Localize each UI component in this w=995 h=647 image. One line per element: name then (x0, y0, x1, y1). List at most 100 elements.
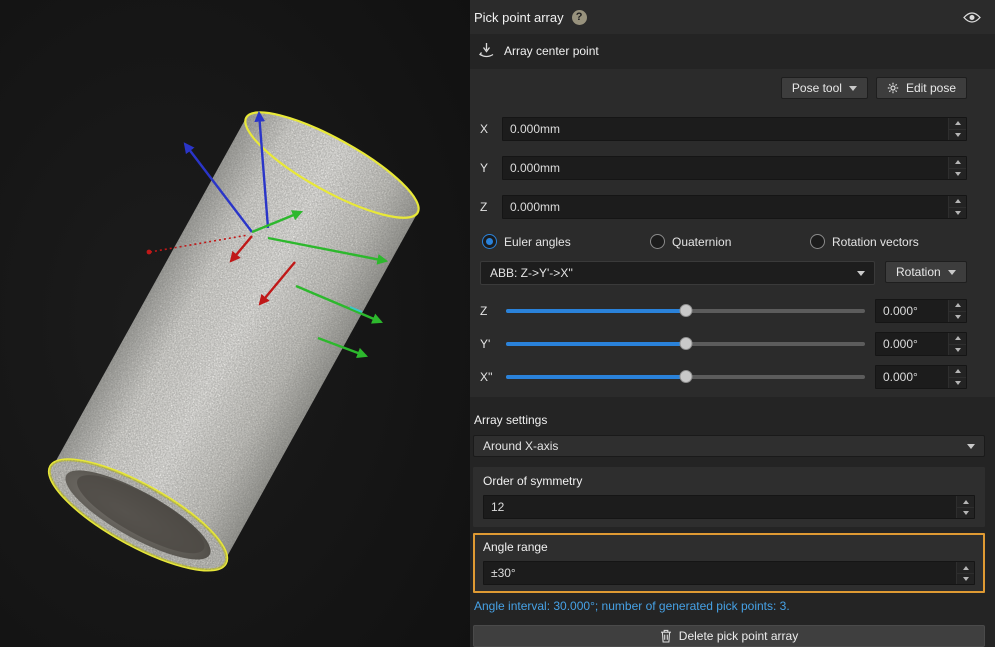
chevron-down-icon (849, 86, 857, 91)
chevron-down-icon (948, 270, 956, 275)
coordinate-row: X 0.000mm (480, 117, 967, 141)
euler-convention-select[interactable]: ABB: Z->Y'->X'' (480, 261, 875, 285)
slider-row: Z 0.000° (480, 299, 967, 323)
y-prime-rotation-label: Y' (480, 337, 506, 351)
z-rotation-label: Z (480, 304, 506, 318)
slider-handle[interactable] (679, 370, 692, 383)
x-double-prime-rotation-value: 0.000° (876, 366, 948, 388)
coordinate-row: Y 0.000mm (480, 156, 967, 180)
order-of-symmetry-group: Order of symmetry 12 (473, 467, 985, 527)
slider-fill (506, 309, 686, 313)
chevron-down-icon (967, 444, 975, 449)
x-coordinate-input[interactable]: 0.000mm (502, 117, 967, 141)
trash-icon (660, 629, 672, 643)
panel-header: Pick point array ? (470, 0, 995, 34)
help-icon[interactable]: ? (572, 10, 587, 25)
radio-unselected-icon (650, 234, 665, 249)
spin-down-button[interactable] (949, 168, 966, 180)
rotation-button[interactable]: Rotation (885, 261, 967, 283)
y-coordinate-value: 0.000mm (503, 157, 948, 179)
y-coordinate-label: Y (480, 161, 502, 175)
x-double-prime-rotation-input[interactable]: 0.000° (875, 365, 967, 389)
pose-tool-button[interactable]: Pose tool (781, 77, 868, 99)
app-window: Pick point array ? Array center point (0, 0, 995, 647)
z-rotation-slider[interactable] (506, 300, 865, 322)
slider-row: Y' 0.000° (480, 332, 967, 356)
edit-pose-button[interactable]: Edit pose (876, 77, 967, 99)
delete-pick-point-array-button[interactable]: Delete pick point array (473, 625, 985, 647)
3d-viewport[interactable] (0, 0, 470, 647)
pose-section: Pose tool Edit pose X 0.0 (470, 69, 995, 397)
spin-down-button[interactable] (949, 129, 966, 141)
y-prime-rotation-input[interactable]: 0.000° (875, 332, 967, 356)
x-coordinate-label: X (480, 122, 502, 136)
quaternion-label: Quaternion (672, 235, 731, 249)
y-coordinate-input[interactable]: 0.000mm (502, 156, 967, 180)
y-prime-rotation-spinner (948, 333, 966, 355)
spin-down-button[interactable] (957, 573, 974, 585)
spin-up-button[interactable] (949, 300, 966, 311)
z-rotation-input[interactable]: 0.000° (875, 299, 967, 323)
slider-fill (506, 342, 686, 346)
eye-icon (963, 11, 981, 24)
angle-range-label: Angle range (483, 540, 975, 554)
visibility-toggle-button[interactable] (961, 9, 983, 26)
spin-up-button[interactable] (949, 366, 966, 377)
array-center-point-icon (478, 42, 495, 59)
order-of-symmetry-input[interactable]: 12 (483, 495, 975, 519)
array-settings-title: Array settings (474, 413, 995, 427)
angle-interval-info: Angle interval: 30.000°; number of gener… (474, 599, 995, 613)
x-double-prime-rotation-label: X'' (480, 370, 506, 384)
z-coordinate-label: Z (480, 200, 502, 214)
spin-down-button[interactable] (949, 207, 966, 219)
array-axis-value: Around X-axis (483, 439, 558, 453)
z-spinner (948, 196, 966, 218)
slider-row: X'' 0.000° (480, 365, 967, 389)
array-center-point-label: Array center point (504, 44, 599, 58)
order-of-symmetry-label: Order of symmetry (483, 474, 975, 488)
spin-up-button[interactable] (949, 157, 966, 168)
edit-pose-label: Edit pose (906, 81, 956, 95)
slider-handle[interactable] (679, 304, 692, 317)
spin-up-button[interactable] (957, 496, 974, 507)
x-spinner (948, 118, 966, 140)
delete-button-label: Delete pick point array (679, 629, 798, 643)
z-coordinate-input[interactable]: 0.000mm (502, 195, 967, 219)
x-double-prime-rotation-slider[interactable] (506, 366, 865, 388)
rotation-mode-radios: Euler angles Quaternion Rotation vectors (482, 234, 967, 249)
spin-down-button[interactable] (957, 507, 974, 519)
angle-range-input[interactable]: ±30° (483, 561, 975, 585)
z-rotation-spinner (948, 300, 966, 322)
gear-icon (887, 82, 899, 94)
spin-down-button[interactable] (949, 344, 966, 356)
spin-up-button[interactable] (957, 562, 974, 573)
angle-range-spinner (956, 562, 974, 584)
y-prime-rotation-value: 0.000° (876, 333, 948, 355)
rotation-vectors-label: Rotation vectors (832, 235, 919, 249)
order-of-symmetry-value: 12 (484, 496, 956, 518)
euler-convention-value: ABB: Z->Y'->X'' (490, 266, 573, 280)
spin-up-button[interactable] (949, 196, 966, 207)
radio-rotation-vectors[interactable]: Rotation vectors (810, 234, 919, 249)
pose-toolbar: Pose tool Edit pose (480, 77, 967, 99)
slider-handle[interactable] (679, 337, 692, 350)
coordinate-row: Z 0.000mm (480, 195, 967, 219)
array-center-point-header: Array center point (470, 34, 995, 65)
array-axis-select[interactable]: Around X-axis (473, 435, 985, 457)
angle-range-value: ±30° (484, 562, 956, 584)
radio-quaternion[interactable]: Quaternion (650, 234, 810, 249)
radio-selected-icon (482, 234, 497, 249)
euler-convention-row: ABB: Z->Y'->X'' Rotation (480, 261, 967, 285)
spin-up-button[interactable] (949, 333, 966, 344)
order-of-symmetry-spinner (956, 496, 974, 518)
x-coordinate-value: 0.000mm (503, 118, 948, 140)
point-cloud-scene (0, 0, 470, 647)
slider-fill (506, 375, 686, 379)
spin-down-button[interactable] (949, 311, 966, 323)
panel-title: Pick point array (474, 10, 564, 25)
y-prime-rotation-slider[interactable] (506, 333, 865, 355)
z-rotation-value: 0.000° (876, 300, 948, 322)
radio-euler-angles[interactable]: Euler angles (482, 234, 650, 249)
spin-down-button[interactable] (949, 377, 966, 389)
spin-up-button[interactable] (949, 118, 966, 129)
